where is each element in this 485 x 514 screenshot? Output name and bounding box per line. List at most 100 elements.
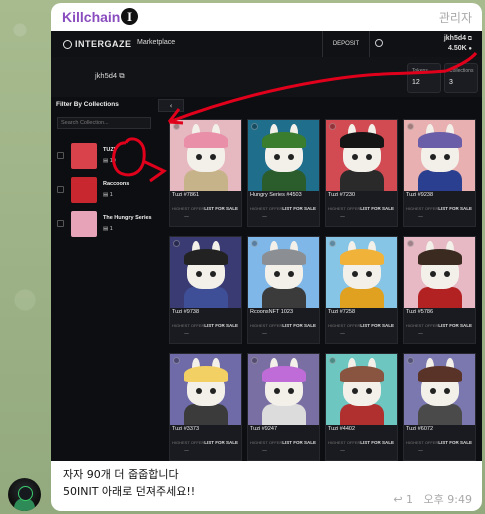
nft-image[interactable] [326,237,397,308]
character-eye [366,271,372,277]
checkbox[interactable] [57,186,64,193]
nft-title: Tuzi #9238 [406,192,434,198]
select-checkbox[interactable] [407,123,414,130]
highest-offer-label: HIGHEST OFFER [328,440,361,445]
nft-image[interactable] [404,354,475,425]
collection-search-input[interactable]: Search Collection... [57,117,151,129]
nft-card[interactable]: Tuzi #9247 HIGHEST OFFER — LIST FOR SALE [247,353,320,461]
highest-offer-value: — [340,331,345,337]
collection-thumbnail [71,143,97,169]
select-checkbox[interactable] [329,123,336,130]
nft-image[interactable] [170,237,241,308]
character-eye [444,154,450,160]
highest-offer-label: HIGHEST OFFER [406,206,439,211]
character-hair [340,249,384,265]
character-eye [210,154,216,160]
character-eye [352,154,358,160]
list-for-sale-button[interactable]: LIST FOR SALE [282,206,316,211]
sender-name[interactable]: Killchain [62,9,120,25]
select-checkbox[interactable] [173,357,180,364]
nft-card[interactable]: Tuzi #9738 HIGHEST OFFER — LIST FOR SALE [169,236,242,344]
message-line-2: 50INIT 아래로 던져주세요!! [63,485,196,498]
select-checkbox[interactable] [329,240,336,247]
collection-count-value: 1 [109,226,113,232]
copy-icon[interactable]: ⧉ [119,71,124,80]
highest-offer-label: HIGHEST OFFER [328,206,361,211]
nft-image[interactable] [326,354,397,425]
character-eye [352,271,358,277]
collection-count: ▤ 1 [103,226,113,232]
nft-image[interactable] [404,237,475,308]
nft-card[interactable]: Tuzi #7258 HIGHEST OFFER — LIST FOR SALE [325,236,398,344]
nft-title: Tuzi #4402 [328,426,356,432]
select-checkbox[interactable] [251,240,258,247]
sender-role: 관리자 [438,11,472,25]
select-checkbox[interactable] [251,357,258,364]
list-for-sale-button[interactable]: LIST FOR SALE [438,440,472,445]
nft-card[interactable]: Tuzi #5786 HIGHEST OFFER — LIST FOR SALE [403,236,476,344]
collection-item-raccoons[interactable]: Raccoons ▤ 1 [57,175,157,205]
user-icon[interactable] [375,39,383,47]
nft-card[interactable]: Tuzi #6072 HIGHEST OFFER — LIST FOR SALE [403,353,476,461]
select-checkbox[interactable] [251,123,258,130]
nft-title: Tuzi #5786 [406,309,434,315]
select-checkbox[interactable] [173,240,180,247]
checkbox[interactable] [57,220,64,227]
stack-icon: ▤ [103,158,109,164]
sender-avatar[interactable] [8,478,41,511]
nft-image[interactable] [170,120,241,191]
list-for-sale-button[interactable]: LIST FOR SALE [360,440,394,445]
list-for-sale-button[interactable]: LIST FOR SALE [282,323,316,328]
account-box[interactable]: jkh5d4 ⧉ 4.50K ● [444,34,472,54]
nft-image[interactable] [404,120,475,191]
character-eye [274,271,280,277]
nft-image[interactable] [248,354,319,425]
nft-card[interactable]: Tuzi #9238 HIGHEST OFFER — LIST FOR SALE [403,119,476,227]
character-body [340,170,384,191]
list-for-sale-button[interactable]: LIST FOR SALE [360,323,394,328]
select-checkbox[interactable] [329,357,336,364]
collection-item-tuzi[interactable]: TUZI ▤ 10 [57,141,157,171]
list-for-sale-button[interactable]: LIST FOR SALE [282,440,316,445]
screenshot-image[interactable]: INTERGAZE Marketplace DEPOSIT jkh5d4 ⧉ 4… [51,31,482,461]
list-for-sale-button[interactable]: LIST FOR SALE [438,206,472,211]
character-hair [262,366,306,382]
nft-card[interactable]: Tuzi #7861 HIGHEST OFFER — LIST FOR SALE [169,119,242,227]
collection-item-hungry-series[interactable]: The Hungry Series ▤ 1 [57,209,157,239]
highest-offer-value: — [418,448,423,454]
highest-offer-value: — [340,448,345,454]
reply-count[interactable]: 1 [406,493,413,506]
nft-card[interactable]: RcoonsNFT 1023 HIGHEST OFFER — LIST FOR SAL… [247,236,320,344]
list-for-sale-button[interactable]: LIST FOR SALE [360,206,394,211]
nft-card[interactable]: Tuzi #3373 HIGHEST OFFER — LIST FOR SALE [169,353,242,461]
checkbox[interactable] [57,152,64,159]
copy-icon[interactable]: ⧉ [468,36,472,42]
select-checkbox[interactable] [407,240,414,247]
select-checkbox[interactable] [407,357,414,364]
info-icon: ● [468,46,472,52]
app-logo[interactable]: INTERGAZE [63,39,132,49]
nft-image[interactable] [248,120,319,191]
list-for-sale-button[interactable]: LIST FOR SALE [204,323,238,328]
deposit-button[interactable]: DEPOSIT [322,31,370,57]
nft-card[interactable]: Hungry Series #4503 HIGHEST OFFER — LIST FO… [247,119,320,227]
collapse-sidebar-button[interactable]: ‹ [158,99,184,112]
collection-count-value: 1 [109,192,113,198]
select-checkbox[interactable] [173,123,180,130]
nft-image[interactable] [170,354,241,425]
nft-card[interactable]: Tuzi #7230 HIGHEST OFFER — LIST FOR SALE [325,119,398,227]
nav-marketplace[interactable]: Marketplace [137,39,175,46]
character-eye [430,154,436,160]
collections-label: Collections [449,68,474,74]
list-for-sale-button[interactable]: LIST FOR SALE [204,206,238,211]
character-hair [340,366,384,382]
nft-card[interactable]: Tuzi #4402 HIGHEST OFFER — LIST FOR SALE [325,353,398,461]
highest-offer-value: — [418,214,423,220]
list-for-sale-button[interactable]: LIST FOR SALE [204,440,238,445]
reply-icon[interactable]: ↩ [393,493,402,506]
nft-title: Tuzi #7230 [328,192,356,198]
nft-grid: Tuzi #7861 HIGHEST OFFER — LIST FOR SALE Hun… [169,119,476,461]
nft-image[interactable] [248,237,319,308]
list-for-sale-button[interactable]: LIST FOR SALE [438,323,472,328]
nft-image[interactable] [326,120,397,191]
